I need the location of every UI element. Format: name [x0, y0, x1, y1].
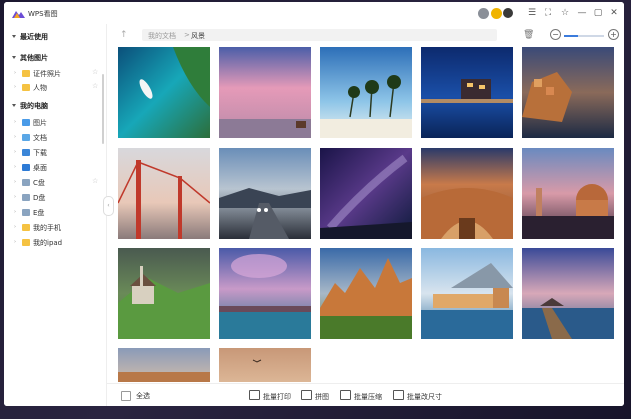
title-bar: WPS看图 ☰ ⛶ ☆ — ▢ ✕	[4, 2, 624, 24]
maximize-icon[interactable]: ▢	[593, 8, 603, 18]
sidebar-collapse-button[interactable]: ‹	[103, 196, 114, 216]
bottom-bar: 全选 批量打印 拼图 批量压缩 批量改尺寸	[107, 383, 624, 406]
collage-icon	[301, 390, 312, 400]
pin-icon[interactable]: ☆	[92, 68, 98, 76]
select-all-checkbox[interactable]	[121, 391, 131, 401]
thumbnail-grid	[118, 47, 618, 382]
menu-icon[interactable]: ☰	[527, 8, 537, 18]
app-logo-icon	[12, 11, 25, 18]
collage-button[interactable]: 拼图	[301, 390, 329, 402]
close-icon[interactable]: ✕	[609, 8, 619, 18]
breadcrumb-separator: >	[184, 31, 190, 39]
breadcrumb-item[interactable]: 我的文档	[148, 31, 176, 41]
sidebar-item-downloads[interactable]: › 下载	[14, 147, 102, 159]
sidebar-item-desktop[interactable]: › 桌面	[14, 162, 102, 174]
sidebar-item-e-drive[interactable]: › E盘	[14, 207, 102, 219]
thumbnail[interactable]	[320, 47, 412, 138]
printer-icon	[249, 390, 260, 400]
sidebar: 最近使用 其他图片 › 证件照片 ☆ › 人物 ☆ 我的电脑 › 图片 › 文档…	[4, 24, 107, 406]
user-avatar[interactable]	[478, 8, 489, 19]
expand-arrow-icon[interactable]: ›	[14, 209, 16, 215]
go-up-icon[interactable]: ↑	[120, 30, 128, 40]
fullscreen-icon[interactable]: ⛶	[543, 8, 553, 18]
expand-arrow-icon[interactable]: ›	[14, 70, 16, 76]
sidebar-item-people[interactable]: › 人物 ☆	[14, 82, 102, 94]
document-folder-icon	[22, 134, 30, 141]
phone-folder-icon	[22, 224, 30, 231]
trash-icon[interactable]: 🗑	[523, 30, 534, 40]
vip-badge-icon[interactable]	[491, 8, 502, 19]
batch-compress-button[interactable]: 批量压缩	[340, 390, 382, 402]
folder-icon	[22, 70, 30, 77]
account-icon[interactable]	[503, 8, 513, 18]
thumbnail[interactable]	[219, 148, 311, 239]
zoom-slider[interactable]	[564, 35, 604, 37]
sidebar-scrollbar[interactable]	[102, 74, 104, 144]
resize-icon	[393, 390, 404, 400]
compress-icon	[340, 390, 351, 400]
expand-arrow-icon[interactable]: ›	[14, 194, 16, 200]
thumbnail[interactable]	[522, 148, 614, 239]
app-window: WPS看图 ☰ ⛶ ☆ — ▢ ✕ 最近使用 其他图片 › 证件照片 ☆ › 人…	[4, 2, 624, 406]
thumbnail[interactable]	[320, 248, 412, 339]
zoom-out-button[interactable]: −	[550, 29, 561, 40]
batch-resize-button[interactable]: 批量改尺寸	[393, 390, 442, 402]
sidebar-item-my-ipad[interactable]: › 我的ipad	[14, 237, 102, 249]
expand-arrow-icon[interactable]: ›	[14, 224, 16, 230]
app-title: WPS看图	[28, 10, 58, 18]
pin-icon[interactable]: ☆	[92, 177, 98, 185]
zoom-in-button[interactable]: +	[608, 29, 619, 40]
expand-arrow-icon[interactable]: ›	[14, 134, 16, 140]
picture-folder-icon	[22, 119, 30, 126]
thumbnail[interactable]	[118, 348, 210, 382]
drive-icon	[22, 209, 30, 216]
thumbnail[interactable]	[118, 148, 210, 239]
sidebar-item-documents[interactable]: › 文档	[14, 132, 102, 144]
pin-icon[interactable]: ☆	[560, 8, 570, 18]
drive-icon	[22, 179, 30, 186]
thumbnail[interactable]	[118, 248, 210, 339]
sidebar-item-d-drive[interactable]: › D盘	[14, 192, 102, 204]
thumbnail[interactable]	[118, 47, 210, 138]
minimize-icon[interactable]: —	[577, 8, 587, 18]
thumbnail[interactable]	[219, 248, 311, 339]
thumbnail[interactable]	[219, 348, 311, 382]
expand-arrow-icon[interactable]: ›	[14, 239, 16, 245]
expand-arrow-icon[interactable]: ›	[14, 149, 16, 155]
expand-arrow-icon[interactable]: ›	[14, 179, 16, 185]
sidebar-section-recent[interactable]: 最近使用	[12, 32, 48, 42]
thumbnail[interactable]	[522, 47, 614, 138]
download-icon	[22, 149, 30, 156]
expand-arrow-icon[interactable]: ›	[14, 119, 16, 125]
select-all-label[interactable]: 全选	[136, 391, 150, 401]
expand-arrow-icon[interactable]: ›	[14, 164, 16, 170]
breadcrumb-item[interactable]: 风景	[191, 31, 205, 41]
drive-icon	[22, 194, 30, 201]
sidebar-item-c-drive[interactable]: › C盘 ☆	[14, 177, 102, 189]
sidebar-section-computer[interactable]: 我的电脑	[12, 101, 48, 111]
expand-arrow-icon[interactable]: ›	[14, 84, 16, 90]
thumbnail[interactable]	[522, 248, 614, 339]
thumbnail[interactable]	[421, 47, 513, 138]
toolbar: ↑ 我的文档 > 风景 🗑 − +	[107, 24, 624, 46]
sidebar-item-my-phone[interactable]: › 我的手机	[14, 222, 102, 234]
desktop-icon	[22, 164, 30, 171]
batch-print-button[interactable]: 批量打印	[249, 390, 291, 402]
sidebar-item-pictures[interactable]: › 图片	[14, 117, 102, 129]
folder-icon	[22, 84, 30, 91]
pin-icon[interactable]: ☆	[92, 82, 98, 90]
thumbnail[interactable]	[421, 148, 513, 239]
sidebar-section-folders[interactable]: 其他图片	[12, 53, 48, 63]
thumbnail[interactable]	[320, 148, 412, 239]
thumbnail[interactable]	[421, 248, 513, 339]
ipad-folder-icon	[22, 239, 30, 246]
breadcrumb[interactable]: 我的文档 > 风景	[142, 29, 497, 41]
thumbnail[interactable]	[219, 47, 311, 138]
sidebar-item-id-photos[interactable]: › 证件照片 ☆	[14, 68, 102, 80]
